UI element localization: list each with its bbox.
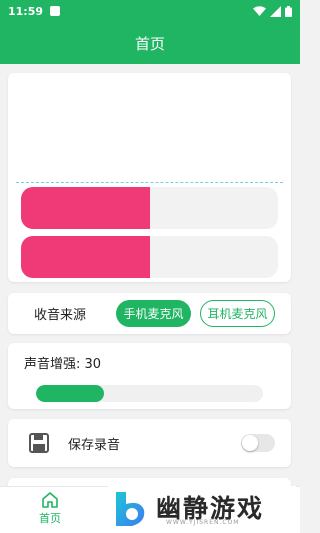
level-meter-1-fill xyxy=(21,187,150,229)
volume-boost-fill xyxy=(36,385,105,402)
audio-source-label: 收音来源 xyxy=(34,308,87,323)
audio-visualizer-card xyxy=(8,73,291,282)
app-bar: 首页 xyxy=(0,22,300,64)
page-title: 首页 xyxy=(134,34,165,53)
volume-boost-label: 声音增强: 30 xyxy=(24,357,102,372)
battery-icon xyxy=(285,5,292,17)
save-recording-toggle[interactable] xyxy=(241,434,275,452)
watermark-url: WWW.YJISREN.COM xyxy=(166,519,240,526)
notification-icon xyxy=(50,6,61,16)
phone-mic-button[interactable]: 手机麦克风 xyxy=(116,300,191,327)
level-meter-2 xyxy=(21,236,278,278)
level-meter-1 xyxy=(21,187,278,229)
volume-boost-slider[interactable] xyxy=(36,385,263,402)
site-logo-icon xyxy=(116,492,145,526)
nav-home-tab[interactable]: 首页 xyxy=(30,491,70,529)
nav-home-label: 首页 xyxy=(39,512,61,525)
audio-source-card: 收音来源 手机麦克风 耳机麦克风 xyxy=(8,293,291,334)
baseline-dashed-line xyxy=(16,182,283,183)
status-bar: 11:59 xyxy=(0,0,300,22)
signal-icon xyxy=(270,5,281,17)
headset-mic-button[interactable]: 耳机麦克风 xyxy=(200,300,275,327)
save-recording-card: 保存录音 xyxy=(8,419,291,467)
save-recording-label: 保存录音 xyxy=(68,438,121,453)
home-icon xyxy=(42,492,58,508)
toggle-knob xyxy=(242,435,258,451)
level-meter-2-fill xyxy=(21,236,150,278)
watermark: 幽静游戏 WWW.YJISREN.COM xyxy=(108,486,296,533)
status-time: 11:59 xyxy=(8,4,44,18)
save-icon xyxy=(29,433,49,453)
wifi-icon xyxy=(253,5,266,16)
volume-boost-card: 声音增强: 30 xyxy=(8,343,291,409)
